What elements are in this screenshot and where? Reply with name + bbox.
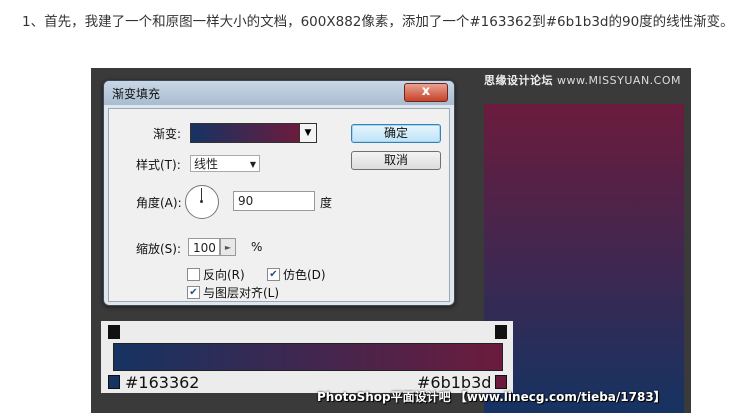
scale-slider-button[interactable]: ► [220, 238, 236, 256]
dialog-titlebar[interactable]: 渐变填充 x [104, 81, 454, 105]
style-value: 线性 [194, 157, 219, 171]
angle-label: 角度(A): [136, 196, 182, 210]
dialog-title: 渐变填充 [112, 87, 161, 101]
close-icon: x [421, 84, 431, 99]
dither-checkbox[interactable]: ✔ [267, 268, 280, 281]
dither-label: 仿色(D) [283, 268, 326, 282]
opacity-stop-end[interactable] [495, 325, 507, 339]
reverse-checkbox[interactable] [187, 268, 200, 281]
cancel-button[interactable]: 取消 [351, 151, 441, 170]
ok-button[interactable]: 确定 [351, 124, 441, 143]
play-arrow-icon: ► [224, 243, 232, 252]
opacity-stop-start[interactable] [108, 325, 120, 339]
gradient-fill-dialog: 渐变填充 x 渐变: ▼ 确定 取消 样式(T): 线性 ▼ 角度(A): 90… [103, 80, 455, 306]
color-stop-start[interactable] [108, 375, 120, 389]
watermark-url: www.MISSYUAN.COM [556, 74, 681, 87]
angle-dial[interactable] [185, 185, 219, 219]
angle-dial-center [200, 200, 203, 203]
chevron-down-icon: ▼ [249, 160, 256, 169]
gradient-editor-strip: #163362 #6b1b3d [101, 321, 513, 393]
style-select[interactable]: 线性 ▼ [190, 155, 260, 172]
dialog-body: 渐变: ▼ 确定 取消 样式(T): 线性 ▼ 角度(A): 90 度 缩放(S… [108, 108, 450, 302]
watermark-top: 思缘设计论坛 www.MISSYUAN.COM [484, 72, 681, 88]
align-label: 与图层对齐(L) [203, 286, 280, 300]
gradient-label: 渐变: [153, 127, 182, 141]
gradient-swatch[interactable] [190, 123, 300, 143]
scale-label: 缩放(S): [136, 242, 182, 256]
style-label: 样式(T): [136, 158, 181, 172]
close-button[interactable]: x [404, 83, 448, 102]
intro-text: 1、首先，我建了一个和原图一样大小的文档，600X882像素，添加了一个#163… [22, 14, 734, 30]
photoshop-screenshot: 思缘设计论坛 www.MISSYUAN.COM 渐变填充 x 渐变: ▼ 确定 … [91, 68, 691, 413]
chevron-down-icon: ▼ [304, 128, 312, 138]
start-color-hex: #163362 [125, 373, 200, 392]
align-checkbox[interactable]: ✔ [187, 286, 200, 299]
watermark-bottom: PhotoShop平面设计吧 【www.linecg.com/tieba/178… [317, 390, 666, 404]
angle-unit: 度 [320, 196, 333, 210]
checkmark-icon: ✔ [269, 269, 278, 280]
color-stop-end[interactable] [495, 375, 507, 389]
watermark-brand: 思缘设计论坛 [483, 74, 553, 87]
scale-input[interactable]: 100 [188, 238, 220, 256]
gradient-bar [113, 343, 503, 371]
reverse-label: 反向(R) [203, 268, 245, 282]
gradient-dropdown-button[interactable]: ▼ [299, 123, 317, 143]
angle-input[interactable]: 90 [233, 191, 315, 211]
canvas-gradient-preview [484, 104, 684, 413]
scale-unit: % [251, 240, 263, 254]
checkmark-icon: ✔ [189, 287, 198, 298]
